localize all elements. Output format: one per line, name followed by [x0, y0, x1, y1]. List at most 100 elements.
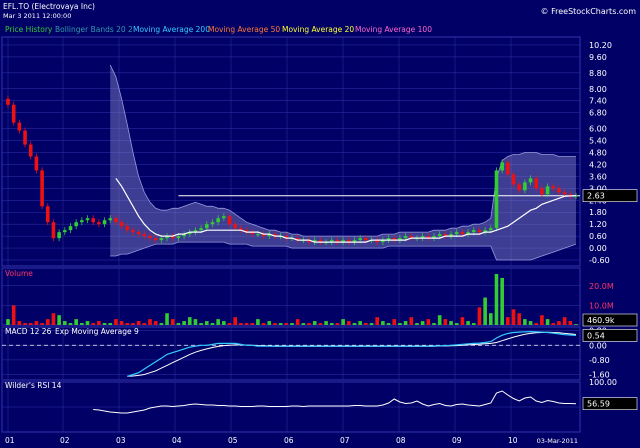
candle-body	[68, 226, 73, 231]
volume-bar	[136, 321, 141, 325]
volume-bar	[460, 317, 465, 325]
candle-body	[256, 234, 260, 236]
candle-body	[159, 238, 164, 241]
candle-body	[23, 130, 27, 145]
candle-body	[477, 230, 482, 233]
candle-body	[17, 122, 22, 131]
volume-bar	[420, 321, 425, 325]
volume-bar	[216, 319, 220, 325]
volume-bar	[261, 323, 266, 325]
price-ytick-label: 4.80	[589, 148, 607, 157]
candle-body	[11, 104, 16, 123]
volume-bar	[85, 321, 90, 325]
candle-body	[6, 98, 10, 105]
volume-bar	[227, 323, 232, 325]
candle-body	[119, 222, 124, 227]
volume-bar	[91, 323, 95, 325]
legend-ma100[interactable]: Moving Average 100	[355, 25, 432, 34]
x-axis-tick-label: 07	[340, 436, 350, 445]
volume-bar	[534, 323, 539, 325]
candle-body	[517, 184, 521, 191]
candle-body	[108, 218, 113, 221]
macd-panel-title-a: MACD 12 26	[5, 327, 52, 336]
candle-body	[176, 236, 181, 239]
legend-ma50[interactable]: Moving Average 50	[208, 25, 280, 34]
candle-body	[227, 216, 232, 225]
x-axis-tick-label: 08	[396, 436, 406, 445]
price-ytick-label: 1.20	[589, 220, 607, 229]
volume-bar	[364, 323, 368, 325]
legend-bollinger-bands[interactable]: Bollinger Bands 20 2	[55, 25, 133, 34]
price-ytick-label: 1.80	[589, 208, 607, 217]
volume-bar	[256, 319, 260, 325]
volume-bar	[329, 323, 334, 325]
candle-body	[562, 192, 567, 195]
volume-bar	[23, 323, 27, 325]
volume-bar	[489, 313, 493, 325]
x-axis-tick-label: 10	[508, 436, 518, 445]
volume-bar	[222, 321, 226, 325]
price-ytick-label: 7.40	[589, 97, 607, 106]
legend-price-history[interactable]: Price History	[5, 25, 53, 34]
volume-bar	[574, 324, 578, 325]
volume-bar	[57, 315, 61, 325]
volume-bar	[335, 323, 340, 325]
x-axis-tick-label: 01	[5, 436, 15, 445]
volume-bar	[153, 321, 158, 325]
candle-body	[153, 238, 158, 241]
volume-bar	[318, 323, 323, 325]
legend-ma200[interactable]: Moving Average 200	[133, 25, 210, 34]
candle-body	[125, 226, 130, 231]
x-axis-tick-label: 05	[228, 436, 238, 445]
volume-bar	[45, 319, 50, 325]
volume-bar	[477, 307, 482, 325]
volume-bar	[102, 323, 107, 325]
volume-panel-title: Volume	[5, 269, 33, 278]
candle-body	[136, 232, 141, 235]
volume-ytick-label: 20.0M	[589, 282, 614, 291]
x-axis-tick-label: 03	[116, 436, 126, 445]
candle-body	[114, 218, 118, 223]
candle-body	[437, 234, 442, 237]
volume-bar	[159, 323, 164, 325]
candle-body	[551, 186, 556, 189]
volume-bar	[295, 319, 300, 325]
volume-bar	[471, 323, 476, 325]
candle-body	[205, 224, 209, 229]
volume-bar	[500, 277, 504, 325]
candle-body	[63, 230, 67, 233]
volume-bar	[51, 313, 56, 325]
legend-ma20[interactable]: Moving Average 20	[282, 25, 354, 34]
candle-body	[91, 218, 95, 223]
candle-body	[540, 188, 544, 195]
volume-bar	[528, 321, 533, 325]
rsi-panel-title: Wilder's RSI 14	[5, 381, 62, 390]
volume-bar	[568, 321, 573, 325]
price-ytick-label: 6.00	[589, 125, 607, 134]
price-ytick-label: 10.20	[589, 41, 612, 50]
x-axis-tick-label: 09	[452, 436, 462, 445]
price-ytick-label: 6.80	[589, 109, 607, 118]
volume-bar	[182, 321, 186, 325]
candle-body	[557, 188, 561, 193]
candle-body	[489, 228, 493, 231]
candle-body	[148, 236, 152, 239]
volume-bar	[11, 305, 16, 325]
macd-last-tag: 0.54	[587, 331, 605, 340]
x-axis-tick-label: 06	[284, 436, 294, 445]
volume-bar	[187, 317, 192, 325]
price-ytick-label: 4.20	[589, 160, 607, 169]
volume-bar	[324, 321, 328, 325]
volume-bar	[347, 321, 351, 325]
legend: Price History Bollinger Bands 20 2 Movin…	[5, 25, 432, 34]
volume-bar	[40, 323, 44, 325]
volume-bar	[148, 319, 152, 325]
candle-body	[131, 230, 135, 233]
volume-bar	[352, 323, 357, 325]
candle-body	[102, 220, 107, 225]
chart-symbol-title: EFL.TO (Electrovaya Inc)	[3, 2, 95, 11]
volume-bar	[409, 317, 414, 325]
volume-bar	[63, 321, 67, 325]
candle-body	[545, 186, 550, 195]
x-axis-date-label: 03-Mar-2011	[537, 437, 578, 445]
